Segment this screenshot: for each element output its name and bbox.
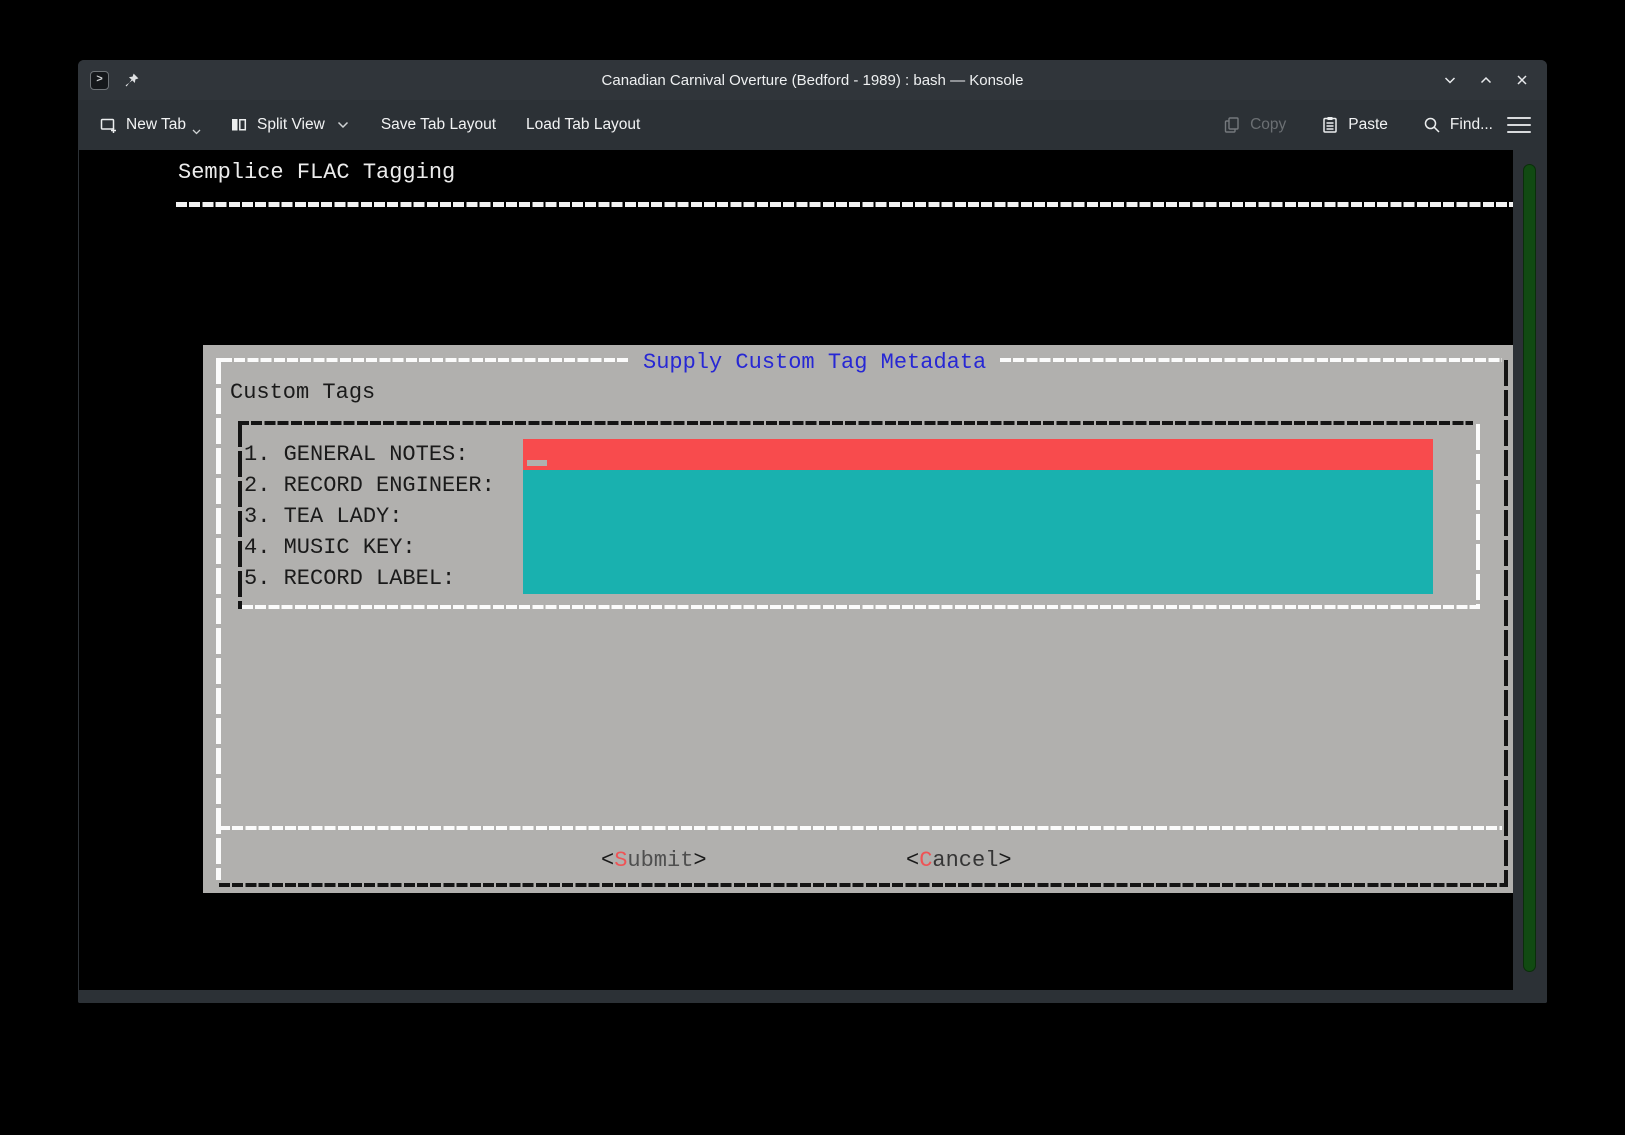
cancel-button[interactable]: <Cancel> (906, 846, 1012, 876)
split-view-button[interactable]: Split View (223, 107, 355, 143)
save-tab-layout-button[interactable]: Save Tab Layout (375, 107, 502, 143)
search-icon (1422, 115, 1442, 135)
field-label-record-label: 5. RECORD LABEL: (244, 563, 455, 594)
dialog-border-bottom (219, 883, 1507, 887)
hamburger-menu-icon[interactable] (1507, 117, 1531, 134)
form-box-border-bottom (242, 605, 1480, 609)
copy-icon (1222, 115, 1242, 135)
tag-metadata-dialog: Supply Custom Tag Metadata Custom Tags 1… (203, 345, 1514, 893)
form-title: Custom Tags (230, 378, 375, 408)
konsole-window: > Canadian Carnival Overture (Bedford - … (78, 60, 1547, 1003)
find-label: Find... (1450, 116, 1493, 134)
submit-button[interactable]: <Submit> (601, 846, 707, 876)
input-general-notes[interactable] (523, 439, 1433, 470)
terminal-header-text: Semplice FLAC Tagging (178, 158, 455, 188)
field-label-record-engineer: 2. RECORD ENGINEER: (244, 470, 495, 501)
pin-icon[interactable] (123, 72, 140, 89)
scrollbar-track[interactable] (1513, 150, 1547, 990)
scrollbar-thumb[interactable] (1523, 164, 1536, 972)
titlebar[interactable]: > Canadian Carnival Overture (Bedford - … (78, 60, 1547, 100)
new-tab-button[interactable]: New Tab (92, 107, 207, 143)
load-tab-layout-button[interactable]: Load Tab Layout (520, 107, 646, 143)
dialog-border-top-right (1000, 358, 1502, 362)
new-tab-menu-chevron-icon[interactable] (192, 129, 201, 135)
window-title: Canadian Carnival Overture (Bedford - 19… (78, 72, 1547, 89)
dialog-border-right (1504, 360, 1508, 887)
paste-icon (1320, 115, 1340, 135)
dialog-border-top-left (221, 358, 629, 362)
maximize-button[interactable] (1473, 67, 1499, 93)
field-label-music-key: 4. MUSIC KEY: (244, 532, 416, 563)
split-view-chevron-icon[interactable] (337, 121, 349, 129)
form-box-border-top (238, 421, 1473, 425)
input-fields-inactive[interactable] (523, 470, 1433, 594)
button-row-separator (219, 826, 1502, 830)
copy-button: Copy (1216, 107, 1292, 143)
form-box-border-left (238, 421, 242, 609)
paste-label: Paste (1348, 116, 1388, 134)
new-tab-label: New Tab (126, 116, 186, 134)
terminal-header-rule (176, 202, 1547, 207)
minimize-button[interactable] (1437, 67, 1463, 93)
dialog-title: Supply Custom Tag Metadata (643, 348, 986, 378)
dialog-border-left (216, 358, 221, 880)
text-cursor (527, 460, 547, 466)
load-tab-layout-label: Load Tab Layout (526, 116, 640, 134)
split-view-icon (229, 115, 249, 135)
terminal-view[interactable]: Semplice FLAC Tagging Supply Custom Tag … (79, 150, 1513, 990)
window-bottom-frame (78, 990, 1547, 1003)
form-box-border-right (1476, 424, 1480, 609)
konsole-app-icon: > (90, 71, 109, 90)
close-button[interactable] (1509, 67, 1535, 93)
paste-button[interactable]: Paste (1314, 107, 1394, 143)
copy-label: Copy (1250, 116, 1286, 134)
field-label-general-notes: 1. GENERAL NOTES: (244, 439, 468, 470)
split-view-label: Split View (257, 116, 325, 134)
find-button[interactable]: Find... (1416, 107, 1499, 143)
save-tab-layout-label: Save Tab Layout (381, 116, 496, 134)
new-tab-icon (98, 115, 118, 135)
toolbar: New Tab Split View Save Tab Layout Lo (78, 100, 1547, 150)
field-label-tea-lady: 3. TEA LADY: (244, 501, 402, 532)
